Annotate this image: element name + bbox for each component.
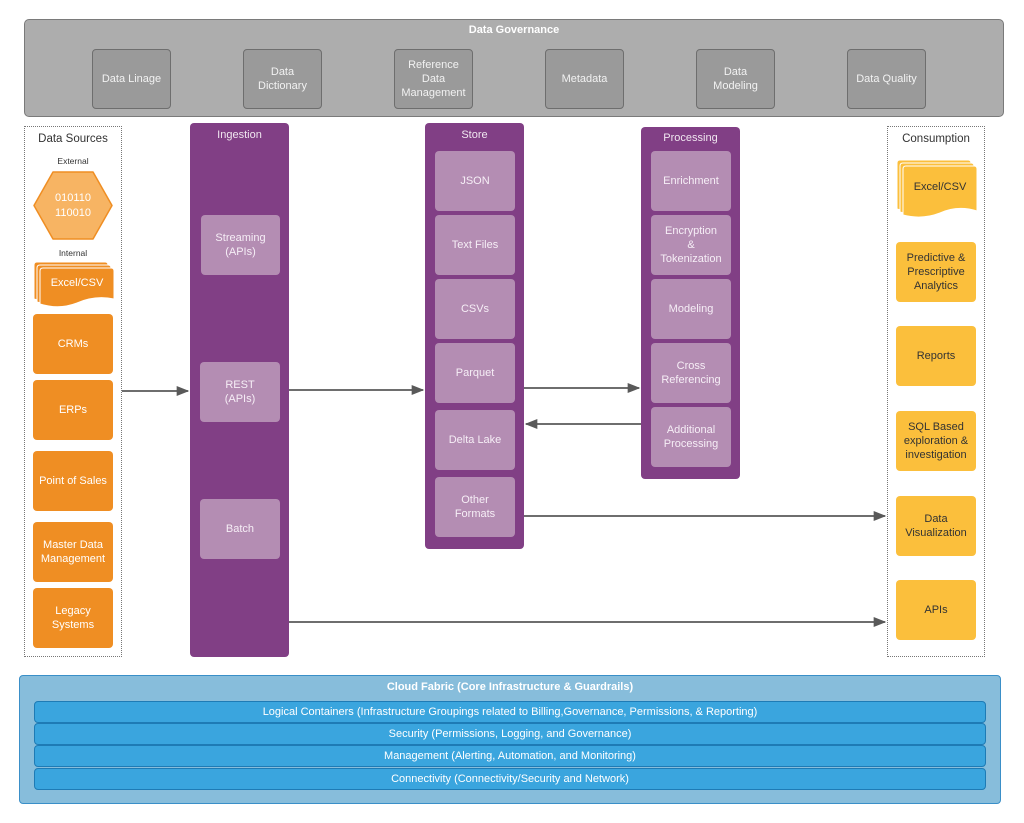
processing-modeling[interactable]: Modeling [651,279,731,339]
cloud-row-security[interactable]: Security (Permissions, Logging, and Gove… [34,723,986,745]
source-master-data-management[interactable]: Master Data Management [33,522,113,582]
processing-cross-referencing[interactable]: Cross Referencing [651,343,731,403]
cloud-row-connectivity[interactable]: Connectivity (Connectivity/Security and … [34,768,986,790]
governance-item-data-dictionary[interactable]: Data Dictionary [243,49,322,109]
governance-item-data-quality[interactable]: Data Quality [847,49,926,109]
store-title: Store [461,129,488,141]
governance-item-data-modeling[interactable]: Data Modeling [696,49,775,109]
store-column: Store JSON Text Files CSVs Parquet Delta… [425,123,524,549]
processing-additional-processing[interactable]: Additional Processing [651,407,731,467]
consumption-excel-csv[interactable]: Excel/CSV [896,159,978,219]
consumption-sql-exploration[interactable]: SQL Based exploration & investigation [896,411,976,471]
ingestion-rest-apis[interactable]: REST (APIs) [200,362,280,422]
data-governance-panel: Data Governance Data Linage Data Diction… [24,19,1004,117]
external-data-hexagon[interactable]: 010110 110010 [33,171,113,240]
cloud-row-management[interactable]: Management (Alerting, Automation, and Mo… [34,745,986,767]
processing-column: Processing Enrichment Encryption & Token… [641,127,740,479]
ingestion-streaming-apis[interactable]: Streaming (APIs) [201,215,280,275]
source-erps[interactable]: ERPs [33,380,113,440]
processing-encryption-tokenization[interactable]: Encryption & Tokenization [651,215,731,275]
consumption-panel: Consumption Excel/CSV Predictive & Presc… [887,126,985,657]
consumption-data-visualization[interactable]: Data Visualization [896,496,976,556]
source-point-of-sales[interactable]: Point of Sales [33,451,113,511]
cloud-row-logical-containers[interactable]: Logical Containers (Infrastructure Group… [34,701,986,723]
data-sources-title: Data Sources [38,133,108,145]
governance-item-reference-data-management[interactable]: Reference Data Management [394,49,473,109]
store-other-formats[interactable]: Other Formats [435,477,515,537]
external-data-label: 010110 110010 [55,192,91,219]
source-crms[interactable]: CRMs [33,314,113,374]
data-sources-panel: Data Sources External 010110 110010 Inte… [24,126,122,657]
consumption-predictive-prescriptive-analytics[interactable]: Predictive & Prescriptive Analytics [896,242,976,302]
store-csvs[interactable]: CSVs [435,279,515,339]
store-json[interactable]: JSON [435,151,515,211]
consumption-title: Consumption [902,133,970,145]
consumption-reports[interactable]: Reports [896,326,976,386]
processing-title: Processing [663,132,718,144]
ingestion-column: Ingestion Streaming (APIs) REST (APIs) B… [190,123,289,657]
store-parquet[interactable]: Parquet [435,343,515,403]
cloud-fabric-title: Cloud Fabric (Core Infrastructure & Guar… [386,681,634,693]
governance-item-data-linage[interactable]: Data Linage [92,49,171,109]
governance-item-metadata[interactable]: Metadata [545,49,624,109]
processing-enrichment[interactable]: Enrichment [651,151,731,211]
store-delta-lake[interactable]: Delta Lake [435,410,515,470]
consumption-excel-csv-label: Excel/CSV [913,180,967,193]
cloud-fabric-panel: Cloud Fabric (Core Infrastructure & Guar… [19,675,1001,804]
ingestion-batch[interactable]: Batch [200,499,280,559]
store-text-files[interactable]: Text Files [435,215,515,275]
external-label: External [57,156,89,166]
source-excel-csv[interactable]: Excel/CSV [33,261,115,307]
data-governance-title: Data Governance [468,24,560,36]
internal-label: Internal [58,248,88,258]
ingestion-title: Ingestion [217,129,262,141]
source-excel-csv-label: Excel/CSV [50,276,104,289]
consumption-apis[interactable]: APIs [896,580,976,640]
source-legacy-systems[interactable]: Legacy Systems [33,588,113,648]
